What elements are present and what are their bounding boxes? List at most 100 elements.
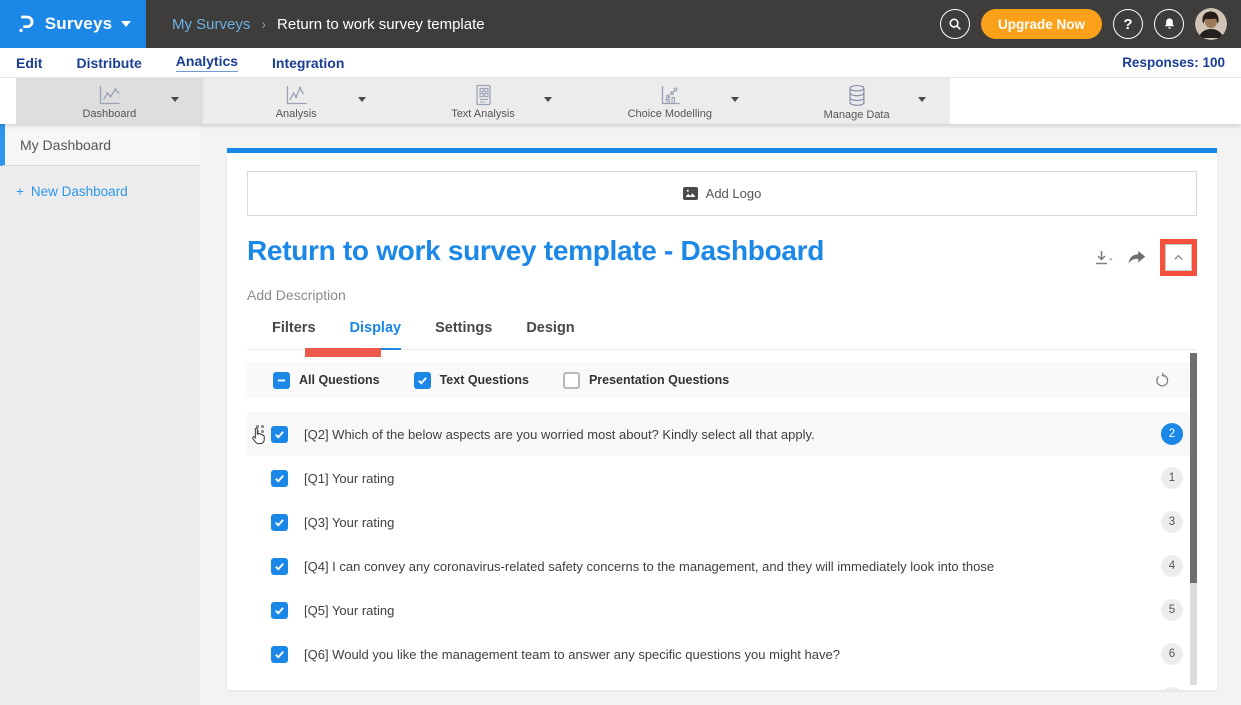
question-label: [Q1] Your rating [304,471,394,486]
toolbar-choice-modelling-label: Choice Modelling [628,108,712,120]
toolbar-text-analysis[interactable]: Text Analysis [390,78,577,124]
tab-design[interactable]: Design [526,320,574,349]
title-row: Return to work survey template - Dashboa… [247,235,1197,276]
toolbar-manage-data[interactable]: Manage Data [763,78,950,124]
user-avatar[interactable] [1195,8,1227,40]
add-description-field[interactable]: Add Description [247,287,1197,303]
question-row[interactable]: [Q6] Would you like the management team … [247,632,1197,676]
product-name: Surveys [45,14,113,34]
tab-settings[interactable]: Settings [435,320,492,349]
question-list: [Q2] Which of the below aspects are you … [247,412,1197,690]
text-document-icon [472,84,494,107]
questionpro-logo-icon [15,13,36,35]
question-row[interactable]: [Q3] Your rating 3 [247,500,1197,544]
tab-display[interactable]: Display [350,320,402,350]
toolbar-analysis[interactable]: Analysis [203,78,390,124]
toolbar-choice-modelling[interactable]: Choice Modelling [576,78,763,124]
question-checkbox-checked[interactable] [271,602,288,619]
question-checkbox-checked[interactable] [271,470,288,487]
toolbar-dashboard-label: Dashboard [82,108,136,120]
database-icon [845,84,869,108]
upgrade-now-button[interactable]: Upgrade Now [981,9,1102,39]
question-checkbox-checked[interactable] [271,514,288,531]
filter-text-questions[interactable]: Text Questions [414,372,529,389]
question-label: [Q2] Which of the below aspects are you … [304,427,815,442]
product-logo[interactable]: Surveys [0,0,146,48]
question-order-badge: 3 [1161,511,1183,533]
toolbar-dashboard[interactable]: Dashboard [16,78,203,124]
annotation-highlight-underline [305,348,381,357]
chevron-down-icon[interactable] [918,97,926,102]
question-label: [Q3] Your rating [304,515,394,530]
scrollbar-thumb[interactable] [1190,353,1197,583]
collapse-section-button[interactable] [1165,244,1192,271]
breadcrumb: My Surveys › Return to work survey templ… [172,16,485,33]
dashboard-main: Add Logo Return to work survey template … [200,124,1241,705]
question-filter-bar: All Questions Text Questions Presentatio… [247,362,1197,398]
drag-handle-icon[interactable] [256,425,264,443]
help-button[interactable]: ? [1113,9,1143,39]
filter-all-questions[interactable]: All Questions [273,372,380,389]
question-row[interactable]: [Q4] I can convey any coronavirus-relate… [247,544,1197,588]
chevron-down-icon[interactable] [731,97,739,102]
sidebar-item-my-dashboard[interactable]: My Dashboard [0,124,200,166]
question-checkbox-checked[interactable] [271,646,288,663]
chevron-down-icon[interactable] [171,97,179,102]
chevron-down-icon[interactable] [544,97,552,102]
nav-edit[interactable]: Edit [16,55,42,71]
question-label: [Q5] Your rating [304,603,394,618]
add-logo-button[interactable]: Add Logo [247,171,1197,216]
nav-integration[interactable]: Integration [272,55,344,71]
refresh-icon [1154,372,1171,389]
question-label: [Q6] Would you like the management team … [304,647,840,662]
question-row[interactable]: [Q5] Your rating 5 [247,588,1197,632]
question-row[interactable]: [Q2] Which of the below aspects are you … [247,412,1197,456]
dashboard-sidebar: My Dashboard + New Dashboard [0,124,200,705]
question-checkbox-checked[interactable] [271,558,288,575]
dashboard-tabs: Filters Display Settings Design [247,320,1197,350]
bell-icon [1162,16,1177,32]
checkbox-unchecked-icon[interactable] [563,372,580,389]
breadcrumb-separator: › [261,16,266,32]
download-icon [1092,248,1113,268]
plus-icon: + [16,184,24,199]
reset-order-button[interactable] [1154,372,1171,389]
filter-label: Text Questions [440,373,529,387]
question-checkbox-checked[interactable] [271,426,288,443]
question-row[interactable]: [Q7] Your rating 7 [247,676,1197,690]
header-actions: Upgrade Now ? [940,8,1227,40]
analysis-chart-icon [283,84,309,107]
scatter-chart-icon [658,84,682,107]
new-dashboard-button[interactable]: + New Dashboard [0,166,200,217]
sidebar-item-label: My Dashboard [20,137,111,153]
download-button[interactable] [1092,248,1113,268]
question-order-badge: 2 [1161,423,1183,445]
search-button[interactable] [940,9,970,39]
nav-analytics[interactable]: Analytics [176,53,238,72]
dashboard-title[interactable]: Return to work survey template - Dashboa… [247,235,824,267]
notifications-button[interactable] [1154,9,1184,39]
question-label: [Q4] I can convey any coronavirus-relate… [304,559,994,574]
toolbar-text-analysis-label: Text Analysis [451,108,515,120]
share-button[interactable] [1126,249,1147,267]
analytics-toolbar: Dashboard Analysis Text Analysis [0,78,1241,124]
page-body: My Dashboard + New Dashboard Add Logo Re… [0,124,1241,705]
filter-label: Presentation Questions [589,373,729,387]
checkbox-checked-icon[interactable] [414,372,431,389]
toolbar-panel: Dashboard Analysis Text Analysis [16,78,950,124]
responses-count[interactable]: Responses: 100 [1122,55,1225,70]
breadcrumb-my-surveys[interactable]: My Surveys [172,16,250,33]
question-order-badge: 1 [1161,467,1183,489]
search-icon [947,16,963,32]
chevron-down-icon[interactable] [358,97,366,102]
question-checkbox-checked[interactable] [271,690,288,691]
question-order-badge: 6 [1161,643,1183,665]
tab-filters[interactable]: Filters [272,320,316,349]
nav-distribute[interactable]: Distribute [76,55,141,71]
filter-presentation-questions[interactable]: Presentation Questions [563,372,729,389]
question-row[interactable]: [Q1] Your rating 1 [247,456,1197,500]
checkbox-indeterminate-icon[interactable] [273,372,290,389]
toolbar-analysis-label: Analysis [276,108,317,120]
filter-label: All Questions [299,373,380,387]
chevron-down-icon[interactable] [121,21,131,27]
